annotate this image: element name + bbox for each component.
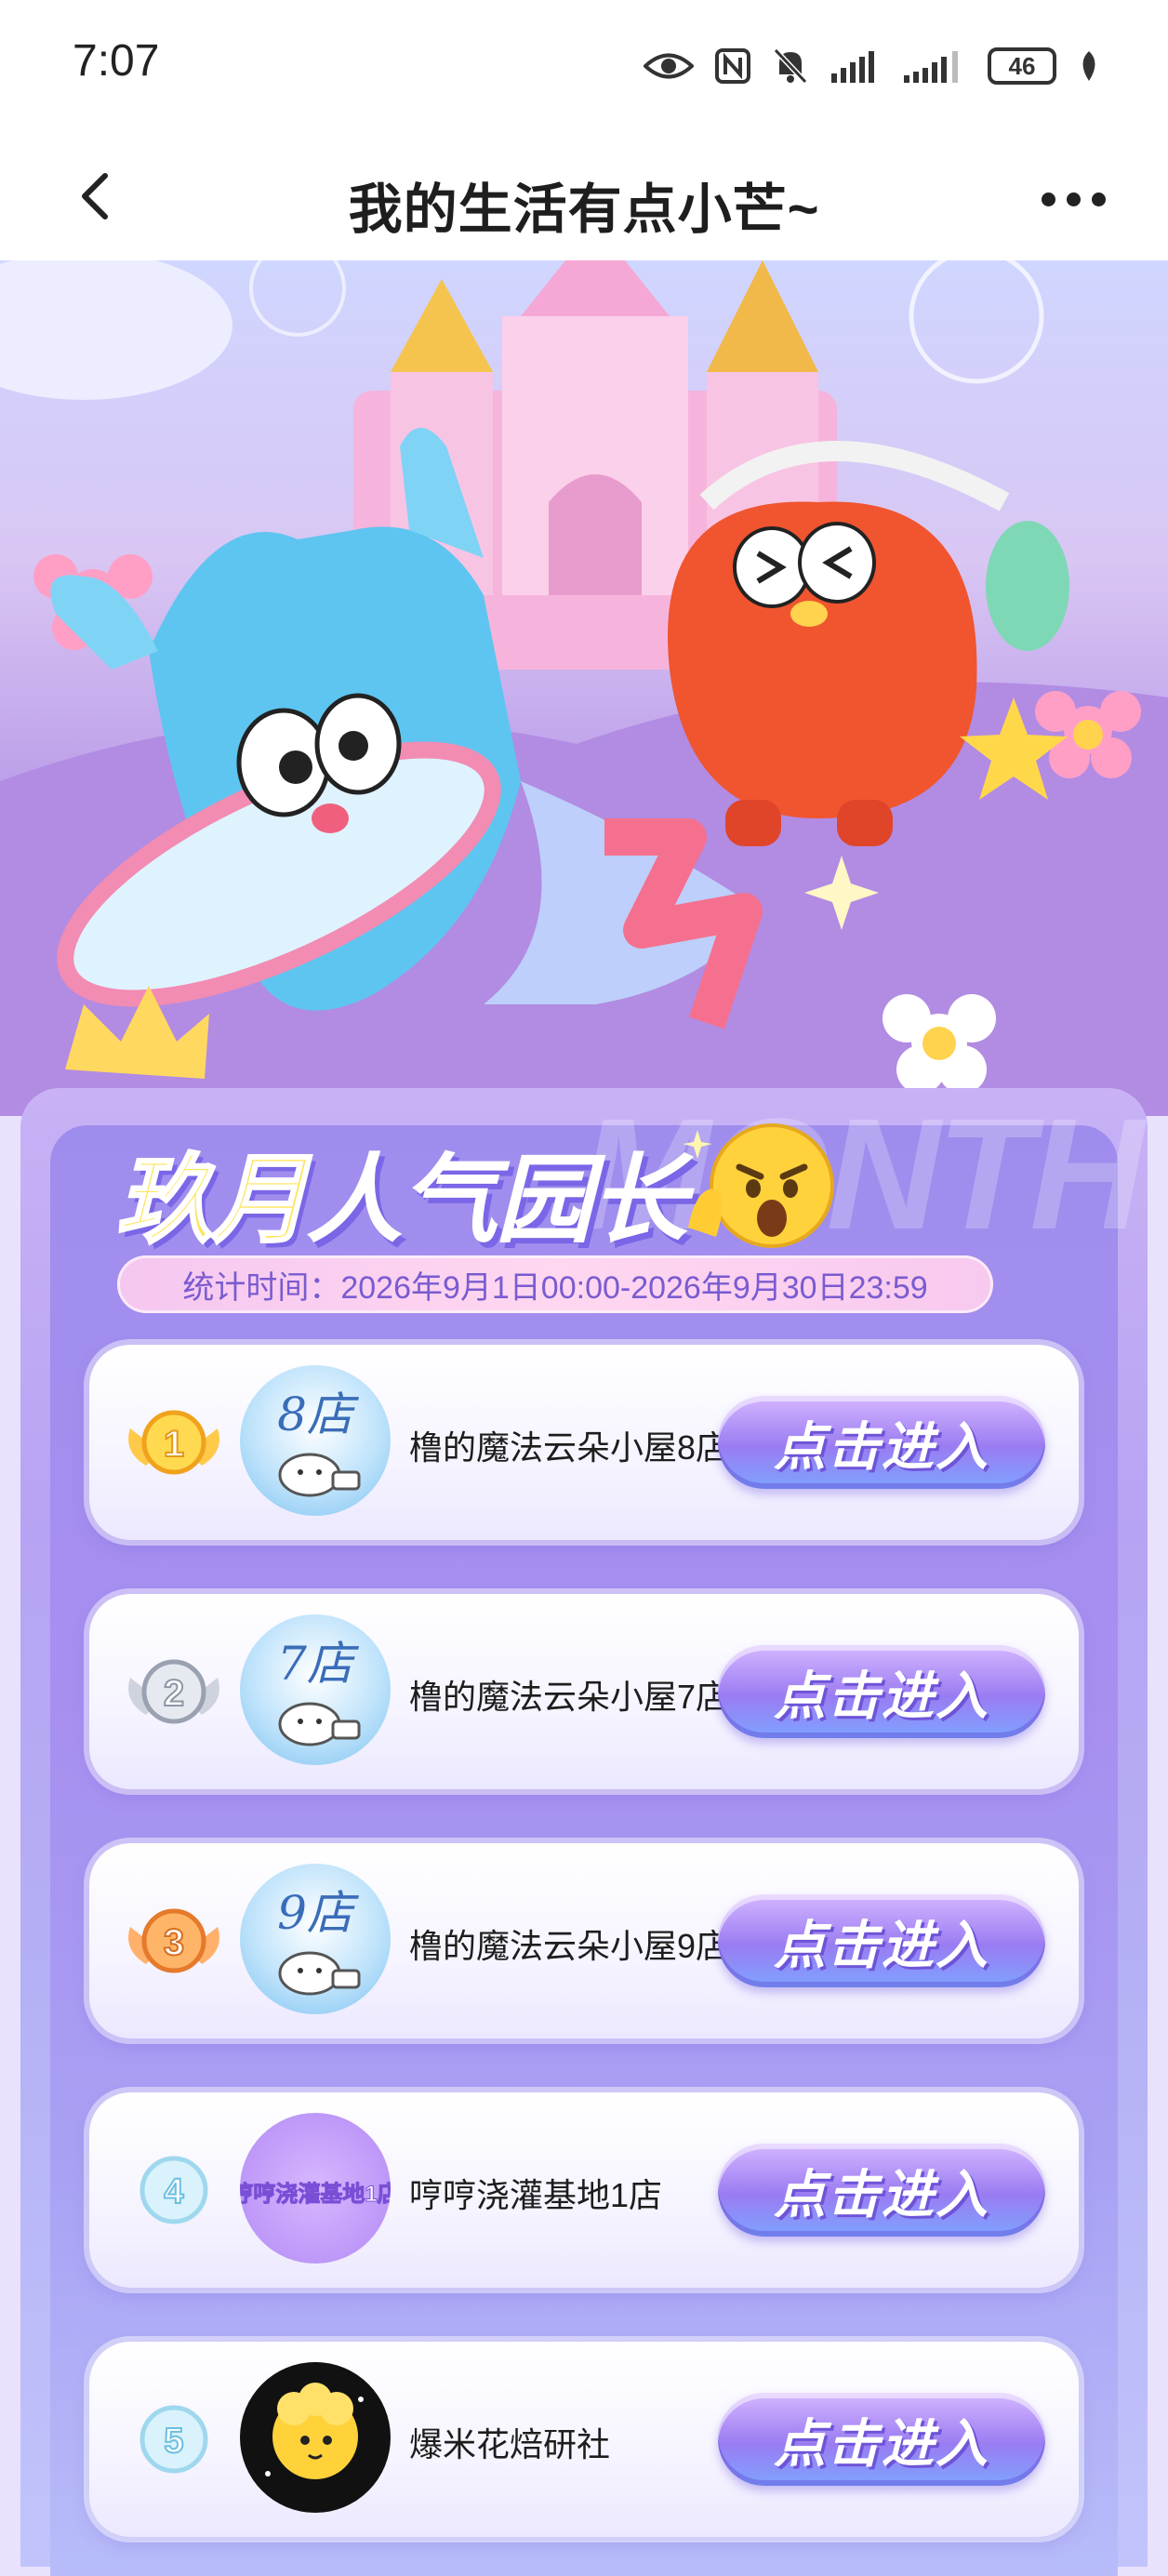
stat-period-label: 统计时间：2026年9月1日00:00-2026年9月30日23:59 [117, 1255, 993, 1313]
nfc-icon [715, 48, 750, 84]
hero-banner [0, 260, 1168, 1116]
status-bar: 7:07 46 [0, 0, 1168, 130]
app-header: 我的生活有点小芒~ [0, 130, 1168, 260]
ranking-title-month: 玖月 [114, 1145, 309, 1255]
status-time: 7:07 [73, 36, 160, 86]
rank-number: 1 [164, 1424, 184, 1465]
avatar-label: 7店 [277, 1637, 360, 1691]
shop-avatar: 8店 [240, 1365, 391, 1516]
silver-medal-icon: 2 [128, 1659, 219, 1724]
bronze-medal-icon: 3 [128, 1908, 219, 1973]
ranking-card-3: 3 9店 橹的魔法云朵小屋9店 点击进入 [89, 1843, 1079, 2038]
avatar-label: 8店 [277, 1388, 360, 1441]
enter-button[interactable]: 点击进入 [718, 2144, 1045, 2237]
enter-button[interactable]: 点击进入 [718, 1396, 1045, 1489]
ranking-card-1: 1 8店 橹的魔法云朵小屋8店 点击进入 [89, 1345, 1079, 1540]
ranking-card-4: 4 哼哼浇灌基地1店 哼哼浇灌基地1店 点击进入 [89, 2092, 1079, 2288]
rank-badge-icon: 4 [139, 2156, 208, 2224]
gold-medal-icon: 1 [128, 1410, 219, 1475]
hero-illustration [0, 260, 1168, 1116]
mute-bell-icon [773, 47, 808, 85]
battery-indicator: 46 [988, 47, 1056, 85]
enter-button[interactable]: 点击进入 [718, 1645, 1045, 1738]
more-options-button[interactable] [1030, 171, 1116, 227]
avatar-label: 9店 [277, 1886, 360, 1940]
rank-badge-icon: 5 [139, 2405, 208, 2474]
ranking-card-5: 5 爆米花焙研社 点击进入 [89, 2342, 1079, 2537]
battery-level: 46 [1008, 51, 1036, 80]
leaf-icon [1082, 51, 1095, 81]
avatar-label: 哼哼浇灌基地1店 [240, 2181, 391, 2207]
rank-number: 4 [164, 2172, 183, 2211]
signal-icon [831, 51, 874, 83]
shop-avatar: 7店 [240, 1614, 391, 1765]
enter-button[interactable]: 点击进入 [718, 1894, 1045, 1987]
shop-avatar [240, 2362, 391, 2513]
rank-number: 5 [164, 2422, 183, 2461]
ranking-title-text: 人气园长 [306, 1146, 687, 1255]
eye-icon [644, 53, 694, 79]
shop-avatar: 哼哼浇灌基地1店 [240, 2113, 391, 2264]
rank-number: 3 [164, 1922, 184, 1963]
enter-button[interactable]: 点击进入 [718, 2393, 1045, 2486]
shop-avatar: 9店 [240, 1864, 391, 2014]
surprised-emoji-icon [683, 1123, 834, 1248]
signal-weak-icon [904, 51, 958, 83]
ranking-title: 玖月 人气园长 [114, 1130, 687, 1255]
page-title: 我的生活有点小芒~ [348, 179, 820, 240]
status-icons: 46 [644, 43, 1101, 89]
ranking-card-2: 2 7店 橹的魔法云朵小屋7店 点击进入 [89, 1594, 1079, 1789]
rank-number: 2 [164, 1673, 184, 1714]
